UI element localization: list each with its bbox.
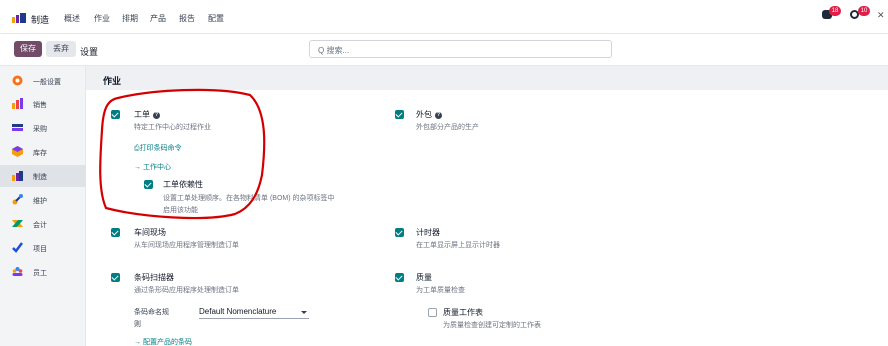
work-centers-link[interactable]: → 工作中心: [134, 162, 171, 172]
app-brand[interactable]: 制造: [31, 13, 49, 26]
subcontracting-title: 外包?: [416, 110, 442, 119]
timer-description: 在工单显示屏上显示计时器: [416, 242, 500, 249]
project-icon: [12, 242, 23, 253]
messages-count-badge: 18: [829, 6, 841, 16]
sidebar-item-sales[interactable]: 销售: [0, 93, 86, 115]
quality-worksheet-description: 为质量检查创建可定制的工作表: [443, 322, 541, 329]
activities-count-badge: 10: [858, 6, 870, 16]
menu-overview[interactable]: 概述: [64, 13, 80, 24]
sidebar-item-label: 项目: [33, 246, 47, 253]
manufacturing-app-icon[interactable]: [12, 13, 26, 23]
sidebar-item-accounting[interactable]: 会计: [0, 213, 86, 235]
quality-worksheet-checkbox[interactable]: [428, 308, 437, 317]
workorders-checkbox[interactable]: [111, 110, 120, 119]
barcode-scanner-description: 通过条形码应用程序处理制造订单: [134, 287, 239, 294]
sidebar-item-purchase[interactable]: 采购: [0, 117, 86, 139]
barcode-nomenclature-select[interactable]: Default Nomenclature: [199, 306, 309, 319]
section-header: 作业: [86, 66, 888, 90]
save-button[interactable]: 保存: [14, 41, 42, 57]
sidebar-item-project[interactable]: 项目: [0, 237, 86, 259]
help-icon[interactable]: ?: [435, 112, 442, 119]
purchase-icon: [12, 124, 23, 131]
workorders-title: 工单?: [134, 110, 160, 119]
barcode-nomenclature-value: Default Nomenclature: [199, 307, 277, 316]
control-panel: 保存 丢弃 设置 Q 搜索...: [0, 34, 888, 66]
accounting-icon: [12, 220, 23, 227]
timer-checkbox[interactable]: [395, 228, 404, 237]
subcontracting-checkbox[interactable]: [395, 110, 404, 119]
sidebar-item-label: 采购: [33, 126, 47, 133]
shopfloor-description: 从车间现场应用程序管理制造订单: [134, 242, 239, 249]
search-placeholder: Q 搜索...: [318, 46, 350, 55]
quality-description: 为工单质量检查: [416, 287, 465, 294]
print-barcode-commands-link[interactable]: ⎙打印条码命令: [134, 143, 182, 153]
menu-reporting[interactable]: 报告: [179, 13, 195, 24]
manufacturing-icon: [12, 171, 23, 181]
top-navbar: 制造 概述 作业 排期 产品 报告 配置 18 10 ✕: [0, 0, 888, 34]
workorder-dependencies-title: 工单依赖性: [163, 180, 203, 189]
maintenance-icon: [12, 194, 23, 205]
settings-sidebar: 一般设置 销售 采购 库存 制造 维护 会计 项目 员工: [0, 66, 86, 346]
sidebar-item-label: 员工: [33, 270, 47, 277]
shopfloor-title: 车间现场: [134, 228, 166, 237]
employees-icon: [12, 267, 23, 276]
quality-checkbox[interactable]: [395, 273, 404, 282]
discard-button[interactable]: 丢弃: [46, 41, 76, 57]
sidebar-item-label: 一般设置: [33, 79, 61, 86]
sidebar-item-inventory[interactable]: 库存: [0, 141, 86, 163]
configure-barcodes-link[interactable]: → 配置产品的条码: [134, 337, 192, 346]
sidebar-item-label: 会计: [33, 222, 47, 229]
sidebar-item-manufacturing[interactable]: 制造: [0, 165, 86, 187]
messages-icon[interactable]: 18: [822, 6, 841, 19]
help-icon[interactable]: ?: [153, 112, 160, 119]
barcode-scanner-checkbox[interactable]: [111, 273, 120, 282]
menu-operations[interactable]: 作业: [94, 13, 110, 24]
timer-title: 计时器: [416, 228, 440, 237]
sidebar-item-maintenance[interactable]: 维护: [0, 189, 86, 211]
settings-content: 作业: [86, 66, 888, 346]
activities-icon[interactable]: 10: [850, 6, 870, 19]
general-settings-icon: [12, 75, 23, 86]
search-input[interactable]: Q 搜索...: [309, 40, 612, 58]
sidebar-item-label: 库存: [33, 150, 47, 157]
menu-products[interactable]: 产品: [150, 13, 166, 24]
workorders-description: 特定工作中心的过程作业: [134, 124, 211, 131]
section-title: 作业: [103, 76, 122, 86]
menu-configuration[interactable]: 配置: [208, 13, 224, 24]
workorder-dependencies-checkbox[interactable]: [144, 180, 153, 189]
shopfloor-checkbox[interactable]: [111, 228, 120, 237]
menu-planning[interactable]: 排期: [122, 13, 138, 24]
quality-title: 质量: [416, 273, 432, 282]
sales-icon: [12, 98, 23, 109]
barcode-scanner-title: 条码扫描器: [134, 273, 174, 282]
workorder-dependencies-description-2: 启用该功能: [163, 207, 198, 214]
sidebar-item-employees[interactable]: 员工: [0, 261, 86, 283]
sidebar-item-label: 销售: [33, 102, 47, 109]
barcode-nomenclature-label: 条码命名规: [134, 309, 169, 316]
inventory-icon: [12, 146, 23, 157]
workorder-dependencies-description: 设置工单处理顺序。在各物料清单 (BOM) 的杂项标签中: [163, 195, 335, 202]
barcode-nomenclature-label-2: 则: [134, 321, 141, 328]
caret-down-icon: [301, 311, 307, 314]
sidebar-item-general-settings[interactable]: 一般设置: [0, 70, 86, 92]
quality-worksheet-title: 质量工作表: [443, 308, 483, 317]
sidebar-item-label: 制造: [33, 174, 47, 181]
sidebar-item-label: 维护: [33, 198, 47, 205]
debug-tools-icon[interactable]: ✕: [877, 10, 885, 21]
breadcrumb-title: 设置: [80, 47, 99, 57]
subcontracting-description: 外包部分产品的生产: [416, 124, 479, 131]
